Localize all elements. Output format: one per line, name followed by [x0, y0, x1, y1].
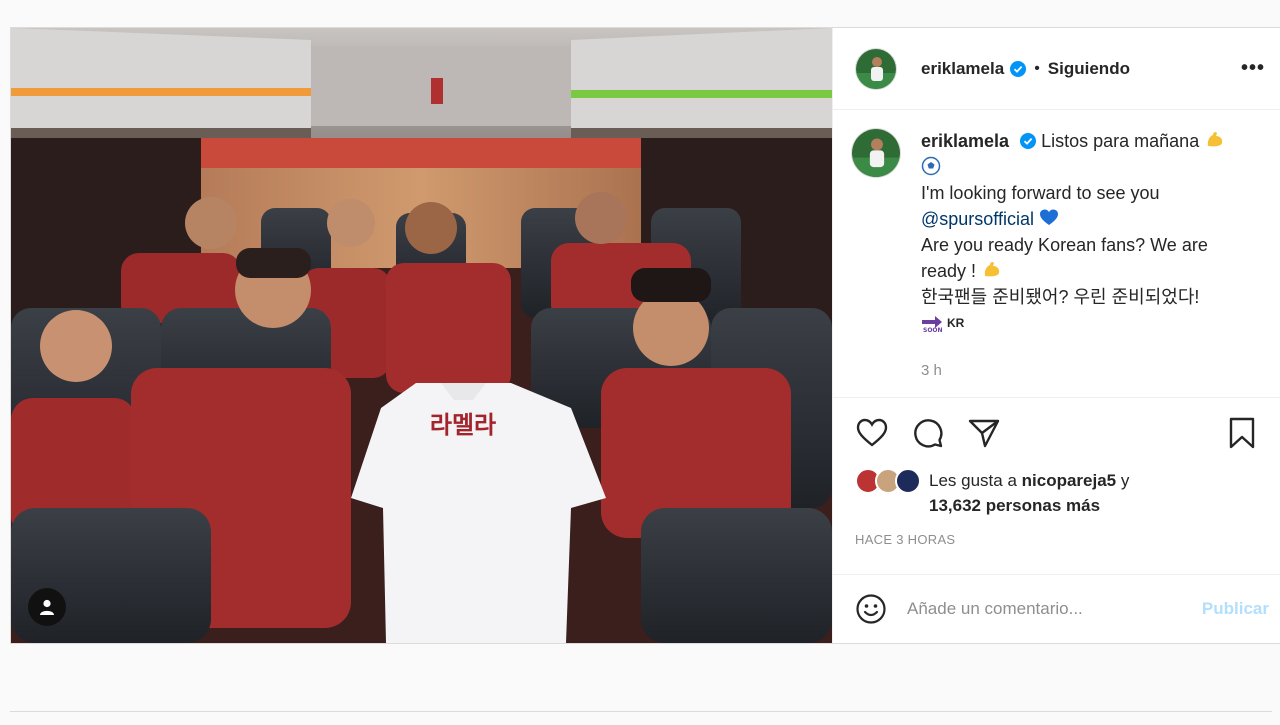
share-button[interactable] [967, 416, 1001, 450]
liker-avatars [855, 468, 921, 494]
post-timestamp[interactable]: HACE 3 HORAS [833, 520, 1280, 575]
caption-username[interactable]: eriklamela [921, 131, 1009, 151]
post-photo[interactable]: 라멜라 [11, 28, 832, 643]
send-icon [968, 419, 1000, 448]
following-button[interactable]: Siguiendo [1048, 59, 1130, 79]
more-options-icon[interactable]: ••• [1241, 57, 1265, 80]
tagged-users-button[interactable] [28, 588, 66, 626]
verified-badge-icon [1010, 60, 1027, 77]
publish-button[interactable]: Publicar [1202, 599, 1269, 619]
likes-section: Les gusta a nicopareja5 y 13,632 persona… [833, 468, 1280, 520]
caption-line-4: ready ! [921, 261, 977, 281]
instagram-post: 라멜라 eriklamela • Siguiendo ••• eriklamel… [10, 27, 1280, 644]
caption-text: eriklamela Listos para mañana I'm lookin… [921, 128, 1226, 397]
save-button[interactable] [1225, 416, 1259, 450]
caption-avatar[interactable] [851, 128, 901, 178]
like-button[interactable] [855, 416, 889, 450]
heart-icon [856, 418, 888, 447]
flexed-biceps-icon [1208, 131, 1223, 147]
team-bus-photo: 라멜라 [11, 28, 832, 643]
soon-kr-tag: SOON KR [921, 310, 964, 336]
caption-line-5: 한국팬들 준비됐어? 우린 준비되었다! [921, 287, 1200, 307]
comment-icon [914, 419, 943, 448]
likes-connector: y [1120, 471, 1130, 490]
comment-box: Publicar [833, 575, 1280, 643]
caption-line-1: Listos para mañana [1041, 131, 1200, 151]
caption-section: eriklamela Listos para mañana I'm lookin… [833, 110, 1280, 398]
bookmark-icon [1229, 417, 1255, 449]
soon-arrow-icon: SOON [922, 316, 943, 333]
flexed-biceps-icon [984, 261, 1000, 277]
caption-line-2: I'm looking forward to see you [921, 183, 1160, 203]
post-side-panel: eriklamela • Siguiendo ••• eriklamela Li… [832, 28, 1280, 643]
blue-heart-icon [1040, 209, 1058, 225]
likes-prefix: Les gusta a [929, 471, 1017, 490]
avatar[interactable] [855, 47, 897, 90]
person-icon [40, 599, 54, 615]
mention-link[interactable]: @spursofficial [921, 209, 1034, 229]
soon-label: KR [947, 316, 965, 330]
likes-text: Les gusta a nicopareja5 y 13,632 persona… [929, 468, 1129, 518]
divider [10, 711, 1272, 712]
action-bar [833, 398, 1280, 468]
liker-username[interactable]: nicopareja5 [1022, 471, 1117, 490]
comment-button[interactable] [911, 416, 945, 450]
separator-dot: • [1034, 59, 1040, 77]
post-header: eriklamela • Siguiendo ••• [833, 28, 1280, 110]
comment-input[interactable] [907, 599, 1187, 619]
svg-text:SOON: SOON [923, 327, 943, 333]
shirt-name-text: 라멜라 [430, 411, 496, 439]
caption-time: 3 h [921, 362, 942, 379]
emoji-icon[interactable] [855, 593, 887, 625]
post-username[interactable]: eriklamela [921, 59, 1004, 79]
avatar[interactable] [895, 468, 921, 494]
caption-line-3: Are you ready Korean fans? We are [921, 235, 1208, 255]
likes-count[interactable]: 13,632 personas más [929, 496, 1100, 515]
verified-badge-icon [1020, 133, 1037, 149]
soccer-ball-icon [921, 156, 941, 176]
